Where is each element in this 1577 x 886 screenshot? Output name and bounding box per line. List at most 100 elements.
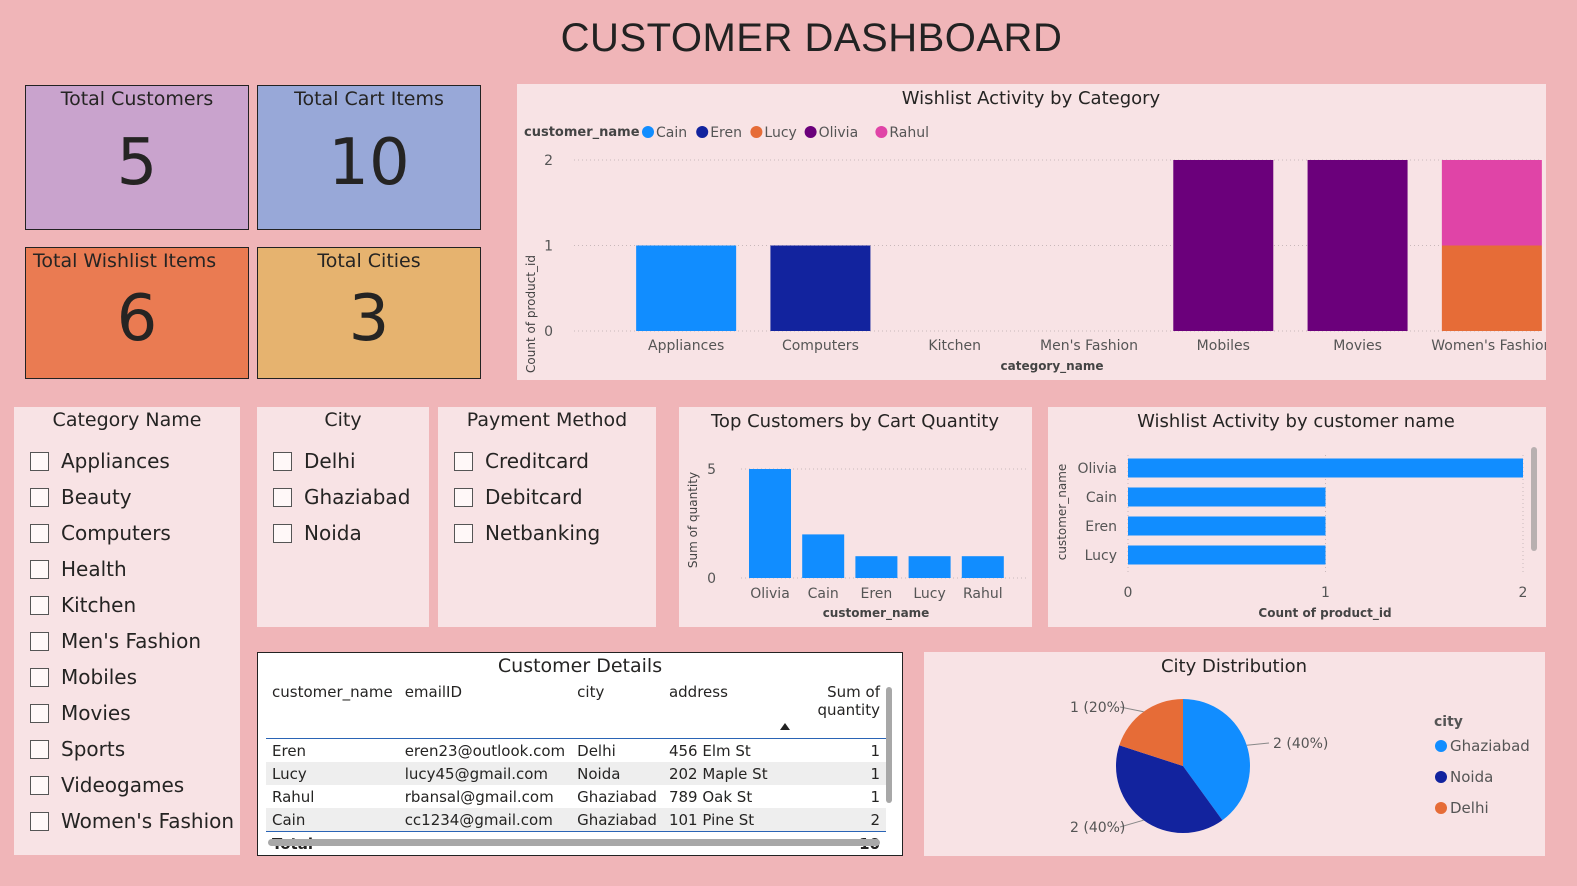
column-header[interactable]: city <box>571 677 663 739</box>
wishlist-by-category-chart[interactable]: Wishlist Activity by Category customer_n… <box>517 84 1552 380</box>
slicer-item[interactable]: Netbanking <box>454 515 656 551</box>
kpi-total-cart-items[interactable]: Total Cart Items 10 <box>257 85 481 230</box>
slicer-item[interactable]: Videogames <box>30 767 240 803</box>
sort-ascending-icon[interactable] <box>779 723 790 730</box>
checkbox[interactable] <box>30 595 49 615</box>
scrollbar[interactable] <box>1531 447 1537 551</box>
wishlist-by-customer-chart[interactable]: Wishlist Activity by customer name custo… <box>1048 407 1546 627</box>
bar[interactable] <box>636 245 737 332</box>
payment-method-slicer[interactable]: Payment Method Creditcard Debitcard Netban… <box>438 407 656 627</box>
slicer-item[interactable]: Noida <box>273 515 429 551</box>
slicer-item[interactable]: Sports <box>30 731 240 767</box>
bar[interactable] <box>1128 487 1326 507</box>
checkbox[interactable] <box>273 523 292 543</box>
table-title: Customer Details <box>497 655 663 677</box>
bar[interactable] <box>908 556 951 578</box>
slicer-item[interactable]: Mobiles <box>30 659 240 695</box>
slicer-item[interactable]: Appliances <box>30 443 240 479</box>
slicer-item[interactable]: Creditcard <box>454 443 656 479</box>
table-row[interactable]: Eren eren23@outlook.com Delhi 456 Elm St 1 <box>266 739 886 763</box>
column-header[interactable]: Sum of quantity <box>774 677 886 739</box>
top-customers-panel[interactable]: Top Customers by Cart Quantity Sum of qu… <box>679 407 1032 627</box>
chart-title: Wishlist Activity by customer name <box>1137 411 1455 432</box>
x-tick-label: Rahul <box>963 586 1003 602</box>
checkbox[interactable] <box>30 559 49 579</box>
checkbox[interactable] <box>30 739 49 759</box>
table-row[interactable]: Cain cc1234@gmail.com Ghaziabad 101 Pine St… <box>266 808 886 832</box>
table-cell: Rahul <box>272 788 315 806</box>
checkbox[interactable] <box>30 703 49 723</box>
slicer-item-label: Debitcard <box>485 485 583 509</box>
slicer-item[interactable]: Men's Fashion <box>30 623 240 659</box>
slicer-item[interactable]: Debitcard <box>454 479 656 515</box>
chart-legend[interactable]: Cain Eren Lucy Olivia Rahul <box>642 125 929 141</box>
slicer-item[interactable]: Ghaziabad <box>273 479 429 515</box>
kpi-total-cities[interactable]: Total Cities 3 <box>257 247 481 379</box>
x-axis-label: Count of product_id <box>1258 606 1391 621</box>
kpi-value: 10 <box>328 126 410 200</box>
kpi-total-wishlist-items[interactable]: Total Wishlist Items 6 <box>25 247 249 379</box>
checkbox[interactable] <box>30 487 49 507</box>
table-cell: 2 <box>773 808 886 832</box>
bar[interactable] <box>1441 160 1542 246</box>
bar[interactable] <box>1128 458 1523 478</box>
checkbox[interactable] <box>30 451 49 471</box>
checkbox[interactable] <box>454 523 473 543</box>
bar[interactable] <box>1128 516 1326 536</box>
city-distribution-panel[interactable]: City Distribution city 2 (40%) 2 (40%) 1 (… <box>924 652 1545 856</box>
table-row[interactable]: Lucy lucy45@gmail.com Noida 202 Maple St 1 <box>266 762 886 785</box>
slicer-item[interactable]: Movies <box>30 695 240 731</box>
category-slicer[interactable]: Category Name Appliances Beauty Computers H… <box>14 407 240 855</box>
checkbox[interactable] <box>30 775 49 795</box>
bar[interactable] <box>749 469 791 578</box>
y-tick-label: 2 <box>544 153 553 169</box>
column-header[interactable]: emailID <box>399 677 571 739</box>
checkbox[interactable] <box>454 487 473 507</box>
column-header[interactable]: address <box>663 677 774 739</box>
table-cell: Delhi <box>577 742 616 760</box>
bar[interactable] <box>855 556 898 578</box>
checkbox[interactable] <box>30 631 49 651</box>
legend-label: Rahul <box>889 125 929 141</box>
slicer-item[interactable]: Women's Fashion <box>30 803 240 839</box>
checkbox[interactable] <box>30 811 49 831</box>
slicer-item[interactable]: Health <box>30 551 240 587</box>
slicer-item[interactable]: Kitchen <box>30 587 240 623</box>
slicer-item-label: Movies <box>61 701 131 725</box>
y-tick-label: Cain <box>1086 490 1117 506</box>
bar[interactable] <box>1307 160 1408 331</box>
table-row[interactable]: Rahul rbansal@gmail.com Ghaziabad 789 Oak S… <box>266 785 886 808</box>
legend-title: customer_name <box>524 125 640 140</box>
city-distribution-chart[interactable]: City Distribution city 2 (40%) 2 (40%) 1 (… <box>924 652 1545 856</box>
checkbox[interactable] <box>454 451 473 471</box>
checkbox[interactable] <box>273 487 292 507</box>
wishlist-by-customer-panel[interactable]: Wishlist Activity by customer name custo… <box>1048 407 1546 627</box>
bar[interactable] <box>1173 160 1274 331</box>
city-slicer[interactable]: City Delhi Ghaziabad Noida <box>257 407 429 627</box>
chart-legend[interactable]: Ghaziabad Noida Delhi <box>1435 737 1530 817</box>
bar[interactable] <box>961 556 1004 578</box>
checkbox[interactable] <box>30 523 49 543</box>
checkbox[interactable] <box>30 667 49 687</box>
table-cell: 101 Pine St <box>662 808 774 832</box>
wishlist-by-category-panel[interactable]: Wishlist Activity by Category customer_n… <box>517 84 1552 380</box>
slicer-item[interactable]: Computers <box>30 515 240 551</box>
table-cell: rbansal@gmail.com <box>404 788 554 806</box>
bar[interactable] <box>1441 245 1542 332</box>
top-customers-chart[interactable]: Top Customers by Cart Quantity Sum of qu… <box>679 407 1032 627</box>
slicer-item[interactable]: Beauty <box>30 479 240 515</box>
legend-label: Eren <box>710 125 742 141</box>
slicer-item[interactable]: Delhi <box>273 443 429 479</box>
slicer-list: Delhi Ghaziabad Noida <box>257 443 429 551</box>
x-tick-label: Eren <box>861 586 893 602</box>
horizontal-scrollbar[interactable] <box>268 839 880 846</box>
customer-details-table[interactable]: Customer Details customer_name emailID cit… <box>257 652 903 856</box>
column-header[interactable]: customer_name <box>266 677 399 739</box>
bar[interactable] <box>1128 545 1326 565</box>
bar[interactable] <box>770 245 871 332</box>
bar[interactable] <box>802 534 845 578</box>
kpi-total-customers[interactable]: Total Customers 5 <box>25 85 249 230</box>
vertical-scrollbar[interactable] <box>886 687 892 803</box>
x-tick-label: 2 <box>1519 585 1528 601</box>
checkbox[interactable] <box>273 451 292 471</box>
